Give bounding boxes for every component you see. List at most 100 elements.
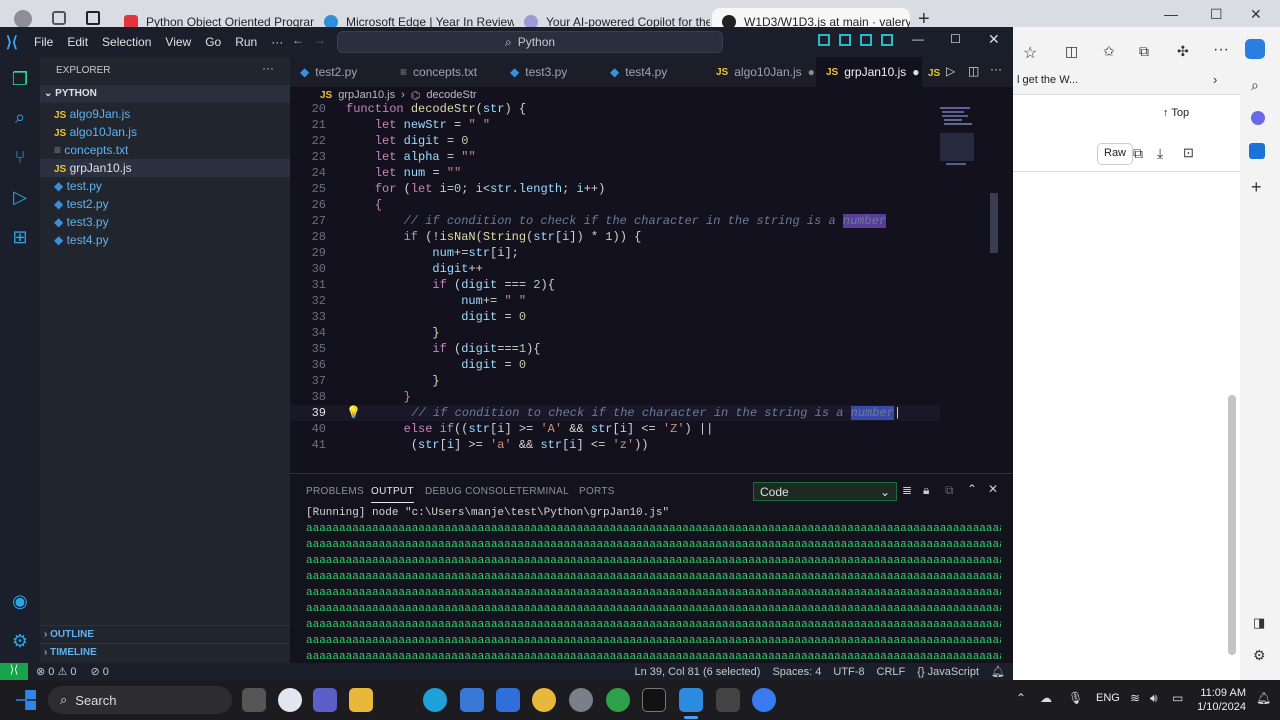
menu-view[interactable]: View: [165, 35, 191, 49]
menu-file[interactable]: File: [34, 35, 53, 49]
chrome-icon[interactable]: [532, 688, 556, 712]
file-test-py[interactable]: ◆ test.py: [54, 177, 102, 195]
timeline-section[interactable]: › TIMELINE: [40, 643, 290, 661]
menu-more[interactable]: ···: [271, 35, 283, 49]
language-indicator[interactable]: ENG: [1096, 692, 1120, 704]
profile-icon[interactable]: [14, 10, 32, 28]
file-test4-py[interactable]: ◆ test4.py: [54, 231, 109, 249]
file-algo10jan[interactable]: JS algo10Jan.js: [54, 123, 137, 141]
breadcrumb-symbol[interactable]: decodeStr: [426, 89, 476, 101]
maximize-icon[interactable]: ☐: [1210, 6, 1223, 23]
collections-icon[interactable]: ⧉: [1139, 43, 1149, 60]
search-icon[interactable]: ⌕: [1251, 77, 1259, 94]
output-channel-select[interactable]: Code ⌄: [753, 482, 897, 501]
editor-more-icon[interactable]: ···: [990, 62, 1002, 76]
tab-debug-console[interactable]: DEBUG CONSOLE: [425, 486, 516, 497]
extensions-icon[interactable]: ✣: [1177, 43, 1189, 60]
cursor-position[interactable]: Ln 39, Col 81 (6 selected): [634, 666, 760, 678]
more-menu-icon[interactable]: ···: [1213, 41, 1229, 59]
notification-icon[interactable]: 🔔︎: [1256, 691, 1271, 705]
menu-go[interactable]: Go: [205, 35, 221, 49]
store-icon[interactable]: [460, 688, 484, 712]
close-window-icon[interactable]: ✕: [988, 31, 1000, 48]
tab-problems[interactable]: PROBLEMS: [306, 486, 364, 497]
open-in-editor-icon[interactable]: ⧉: [945, 483, 954, 498]
taskbar-search[interactable]: ⌕ Search: [48, 686, 232, 714]
onedrive-icon[interactable]: ☁: [1040, 691, 1052, 705]
settings-icon[interactable]: [569, 688, 593, 712]
weather-widget-icon[interactable]: [278, 688, 302, 712]
maximize-panel-icon[interactable]: ⌃: [967, 482, 977, 496]
lightbulb-icon[interactable]: 💡: [346, 406, 361, 420]
maximize-icon[interactable]: ☐: [950, 32, 961, 46]
language-mode[interactable]: {} JavaScript: [917, 666, 979, 678]
tab-output[interactable]: OUTPUT: [371, 486, 414, 503]
app-icon[interactable]: [716, 688, 740, 712]
tab-test2-py[interactable]: ◆ test2.py: [290, 57, 390, 87]
encoding-status[interactable]: UTF-8: [833, 666, 864, 678]
settings-icon[interactable]: ⚙: [1253, 647, 1266, 664]
tab-ports[interactable]: PORTS: [579, 486, 615, 497]
manage-gear-icon[interactable]: ⚙: [8, 629, 32, 653]
vertical-tabs-icon[interactable]: [86, 11, 100, 25]
notifications-icon[interactable]: 🔔︎: [991, 665, 1005, 678]
raw-button[interactable]: Raw: [1097, 143, 1134, 165]
run-debug-icon[interactable]: ▷: [8, 185, 32, 209]
outlook-icon[interactable]: [496, 688, 520, 712]
sidebar-toggle-icon[interactable]: ◨: [1253, 615, 1265, 631]
ports-status[interactable]: ⊘ 0: [91, 665, 109, 678]
zoom-icon[interactable]: [752, 688, 776, 712]
split-editor-icon[interactable]: ◫: [968, 64, 979, 78]
top-button[interactable]: ↑ Top: [1163, 107, 1189, 119]
remote-icon[interactable]: ⟩⟨: [0, 663, 28, 680]
toggle-secondary-sidebar-icon[interactable]: [860, 34, 872, 46]
edge-icon[interactable]: [423, 688, 447, 712]
tab-terminal[interactable]: TERMINAL: [516, 486, 569, 497]
minimize-icon[interactable]: —: [1164, 6, 1178, 22]
teams-icon[interactable]: [313, 688, 337, 712]
menu-selection[interactable]: Selection: [102, 35, 151, 49]
menu-run[interactable]: Run: [235, 35, 257, 49]
clock[interactable]: 11:09 AM 1/10/2024: [1190, 686, 1246, 714]
run-file-icon[interactable]: ▷: [946, 64, 955, 78]
file-test2-py[interactable]: ◆ test2.py: [54, 195, 109, 213]
toggle-sidebar-icon[interactable]: [818, 34, 830, 46]
symbols-icon[interactable]: ⊡: [1183, 145, 1194, 161]
terminal-icon[interactable]: [642, 688, 666, 712]
outline-section[interactable]: › OUTLINE: [40, 625, 290, 643]
chevron-up-icon[interactable]: ⌃: [1016, 691, 1026, 705]
folder-header[interactable]: ⌄ PYTHON: [40, 85, 290, 103]
file-grpjan10[interactable]: JS grpJan10.js: [40, 159, 290, 177]
close-panel-icon[interactable]: ✕: [988, 482, 998, 496]
close-window-icon[interactable]: ✕: [1250, 6, 1262, 23]
minimap[interactable]: [938, 103, 998, 473]
workspaces-icon[interactable]: [52, 11, 66, 25]
file-explorer-icon[interactable]: [349, 688, 373, 712]
vscode-taskbar-icon[interactable]: [679, 688, 703, 712]
scrollbar[interactable]: [1228, 395, 1236, 655]
wifi-icon[interactable]: ≋: [1130, 691, 1140, 705]
extensions-icon[interactable]: ⊞: [8, 225, 32, 249]
source-control-icon[interactable]: ⑂: [8, 145, 32, 169]
eol-status[interactable]: CRLF: [877, 666, 906, 678]
tab-test4-py[interactable]: ◆ test4.py: [600, 57, 700, 87]
copilot-sidebar-icon[interactable]: [1245, 39, 1265, 59]
clear-output-icon[interactable]: ≣: [902, 483, 912, 497]
command-center[interactable]: ⌕ Python: [337, 31, 723, 53]
download-icon[interactable]: ⤓: [1157, 145, 1163, 162]
chevron-right-icon[interactable]: ›: [1213, 72, 1217, 87]
menu-edit[interactable]: Edit: [67, 35, 88, 49]
battery-icon[interactable]: ▭: [1172, 691, 1183, 705]
tab-grpjan10[interactable]: JS grpJan10.js ●: [816, 57, 922, 87]
explorer-icon[interactable]: ❐: [8, 67, 32, 91]
favorites-icon[interactable]: ✩: [1103, 43, 1115, 60]
breadcrumb-file[interactable]: grpJan10.js: [338, 89, 395, 101]
chrome-canary-icon[interactable]: [606, 688, 630, 712]
windows-start-icon[interactable]: [16, 690, 36, 710]
explorer-more-icon[interactable]: ···: [262, 61, 274, 75]
outlook-icon[interactable]: [1249, 143, 1265, 159]
tab-concepts[interactable]: ≡ concepts.txt: [390, 57, 500, 87]
toggle-panel-icon[interactable]: [839, 34, 851, 46]
forward-arrow-icon[interactable]: →: [314, 33, 326, 47]
search-icon[interactable]: ⌕: [8, 105, 32, 129]
